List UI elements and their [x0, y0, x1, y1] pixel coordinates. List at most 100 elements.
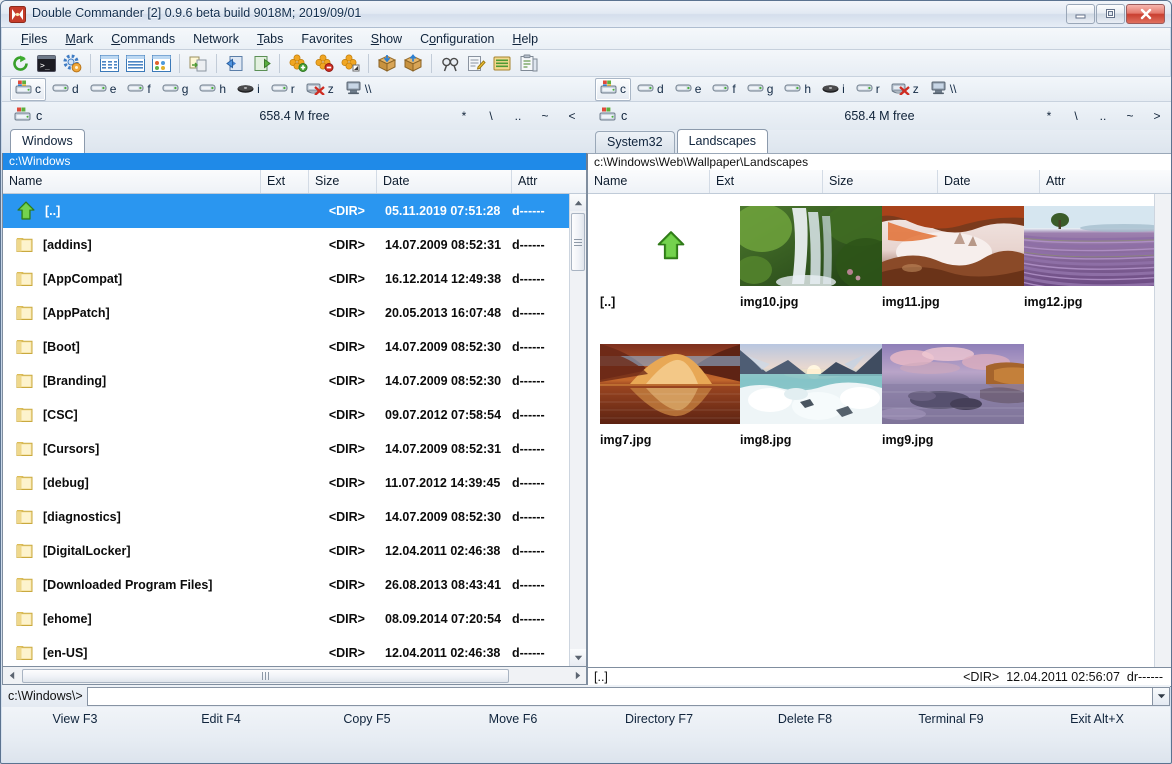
sync-dirs-icon[interactable] — [490, 52, 514, 75]
left-drive-indicator[interactable]: c — [14, 107, 42, 125]
left-scroll-thumb[interactable] — [571, 213, 585, 271]
table-row[interactable]: [Boot]<DIR>14.07.2009 08:52:30d------ — [3, 330, 569, 364]
terminal-icon[interactable]: >_ — [34, 52, 58, 75]
table-row[interactable]: [AppPatch]<DIR>20.05.2013 16:07:48d-----… — [3, 296, 569, 330]
open-left-icon[interactable] — [223, 52, 247, 75]
drive-button-network[interactable]: \\ — [925, 78, 962, 101]
table-row[interactable]: [ehome]<DIR>08.09.2014 07:20:54d------ — [3, 602, 569, 636]
remove-favorite-icon[interactable] — [312, 52, 336, 75]
copy-path-icon[interactable] — [186, 52, 210, 75]
function-key-view[interactable]: View F3 — [2, 707, 148, 726]
drive-button-r[interactable]: r — [266, 78, 300, 101]
thumbnail-item[interactable]: img7.jpg — [600, 344, 742, 447]
scroll-up-icon[interactable] — [570, 194, 586, 211]
thumbnail-item[interactable]: img12.jpg — [1024, 206, 1154, 309]
left-column-header-size[interactable]: Size — [309, 170, 377, 193]
multi-rename-icon[interactable] — [464, 52, 488, 75]
left-path-bar[interactable]: c:\Windows — [2, 153, 587, 170]
drive-button-z[interactable]: z — [301, 78, 339, 101]
table-row[interactable]: [Downloaded Program Files]<DIR>26.08.201… — [3, 568, 569, 602]
command-input[interactable] — [87, 687, 1153, 706]
drive-button-c[interactable]: c — [595, 78, 631, 101]
table-row[interactable]: [CSC]<DIR>09.07.2012 07:58:54d------ — [3, 398, 569, 432]
menu-favorites[interactable]: Favorites — [292, 30, 361, 48]
refresh-icon[interactable] — [8, 52, 32, 75]
full-view-icon[interactable] — [123, 52, 147, 75]
scroll-down-icon[interactable] — [570, 649, 586, 666]
left-nav-button-1[interactable]: \ — [486, 109, 496, 123]
menu-network[interactable]: Network — [184, 30, 248, 48]
right-nav-button-4[interactable]: > — [1152, 109, 1162, 123]
table-row[interactable]: [debug]<DIR>11.07.2012 14:39:45d------ — [3, 466, 569, 500]
add-favorite-icon[interactable] — [286, 52, 310, 75]
menu-tabs[interactable]: Tabs — [248, 30, 292, 48]
right-column-header-date[interactable]: Date — [938, 170, 1040, 193]
drive-button-i[interactable]: i — [232, 78, 265, 101]
menu-commands[interactable]: Commands — [102, 30, 184, 48]
left-column-header-name[interactable]: Name — [3, 170, 261, 193]
compare-icon[interactable] — [516, 52, 540, 75]
scroll-left-icon[interactable] — [3, 668, 20, 684]
left-nav-button-2[interactable]: .. — [513, 109, 523, 123]
right-column-header-ext[interactable]: Ext — [710, 170, 823, 193]
tab-landscapes[interactable]: Landscapes — [677, 129, 768, 153]
left-horizontal-scrollbar[interactable] — [2, 667, 587, 685]
table-row[interactable]: [addins]<DIR>14.07.2009 08:52:31d------ — [3, 228, 569, 262]
drive-button-c[interactable]: c — [10, 78, 46, 101]
unpack-icon[interactable] — [401, 52, 425, 75]
drive-button-r[interactable]: r — [851, 78, 885, 101]
thumbnail-item[interactable]: img8.jpg — [740, 344, 882, 447]
thumbnail-item[interactable]: img11.jpg — [882, 206, 1024, 309]
function-key-directory[interactable]: Directory F7 — [586, 707, 732, 726]
right-drive-indicator[interactable]: c — [599, 107, 627, 125]
left-nav-button-3[interactable]: ~ — [540, 109, 550, 123]
drive-button-z[interactable]: z — [886, 78, 924, 101]
tab-windows[interactable]: Windows — [10, 129, 85, 153]
drive-button-g[interactable]: g — [157, 78, 194, 101]
drive-button-e[interactable]: e — [670, 78, 707, 101]
drive-button-h[interactable]: h — [779, 78, 816, 101]
drive-button-d[interactable]: d — [47, 78, 84, 101]
right-column-header-name[interactable]: Name — [588, 170, 710, 193]
table-row[interactable]: [Branding]<DIR>14.07.2009 08:52:30d-----… — [3, 364, 569, 398]
favorites-icon[interactable] — [338, 52, 362, 75]
brief-view-icon[interactable] — [97, 52, 121, 75]
scroll-right-icon[interactable] — [569, 668, 586, 684]
right-nav-button-1[interactable]: \ — [1071, 109, 1081, 123]
right-column-header-attr[interactable]: Attr — [1040, 170, 1171, 193]
function-key-terminal[interactable]: Terminal F9 — [878, 707, 1024, 726]
minimize-button[interactable] — [1066, 4, 1095, 24]
search-icon[interactable] — [438, 52, 462, 75]
left-column-header-date[interactable]: Date — [377, 170, 512, 193]
table-row[interactable]: [DigitalLocker]<DIR>12.04.2011 02:46:38d… — [3, 534, 569, 568]
left-column-header-attr[interactable]: Attr — [512, 170, 586, 193]
drive-button-h[interactable]: h — [194, 78, 231, 101]
drive-button-i[interactable]: i — [817, 78, 850, 101]
drive-button-d[interactable]: d — [632, 78, 669, 101]
left-vertical-scrollbar[interactable] — [569, 194, 586, 666]
table-row[interactable]: [diagnostics]<DIR>14.07.2009 08:52:30d--… — [3, 500, 569, 534]
settings-icon[interactable] — [60, 52, 84, 75]
right-vertical-scrollbar[interactable] — [1154, 194, 1171, 667]
right-column-header-size[interactable]: Size — [823, 170, 938, 193]
function-key-exit[interactable]: Exit Alt+X — [1024, 707, 1170, 726]
left-nav-button-0[interactable]: * — [459, 109, 469, 123]
thumbnail-item[interactable]: img9.jpg — [882, 344, 1024, 447]
left-column-header-ext[interactable]: Ext — [261, 170, 309, 193]
maximize-button[interactable] — [1096, 4, 1125, 24]
right-nav-button-2[interactable]: .. — [1098, 109, 1108, 123]
drive-button-network[interactable]: \\ — [340, 78, 377, 101]
open-right-icon[interactable] — [249, 52, 273, 75]
drive-button-f[interactable]: f — [122, 78, 155, 101]
left-hscroll-thumb[interactable] — [22, 669, 509, 683]
chevron-down-icon[interactable] — [1153, 687, 1170, 706]
menu-configuration[interactable]: Configuration — [411, 30, 503, 48]
tab-system32[interactable]: System32 — [595, 131, 675, 153]
table-row[interactable]: [..]<DIR>05.11.2019 07:51:28d------ — [3, 194, 569, 228]
close-button[interactable] — [1126, 4, 1165, 24]
left-nav-button-4[interactable]: < — [567, 109, 577, 123]
pack-icon[interactable] — [375, 52, 399, 75]
right-nav-button-0[interactable]: * — [1044, 109, 1054, 123]
drive-button-g[interactable]: g — [742, 78, 779, 101]
drive-button-e[interactable]: e — [85, 78, 122, 101]
